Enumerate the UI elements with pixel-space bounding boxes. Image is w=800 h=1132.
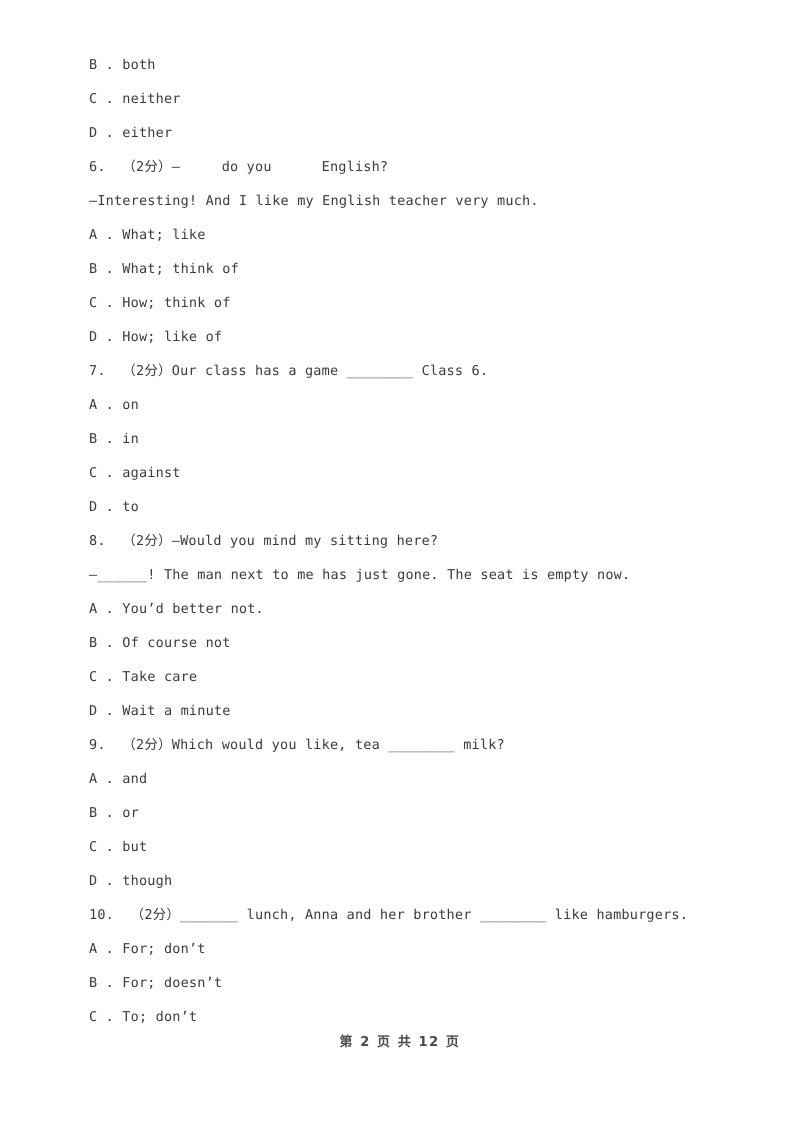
answer-option-line: D . Wait a minute	[89, 703, 231, 719]
answer-option-line: C . To; don’t	[89, 1009, 198, 1025]
question-stem-10: 10. （2分）_______ lunch, Anna and her brot…	[89, 907, 689, 923]
question-stem-9: 9. （2分）Which would you like, tea _______…	[89, 737, 505, 753]
answer-option-line: D . either	[89, 125, 173, 141]
document-page: B . both C . neither D . either 6. （2分）—…	[0, 0, 800, 1132]
answer-option-line: C . against	[89, 465, 181, 481]
answer-option-line: C . neither	[89, 91, 181, 107]
answer-option-line: A . and	[89, 771, 148, 787]
answer-option-line: B . or	[89, 805, 139, 821]
answer-option-line: C . Take care	[89, 669, 198, 685]
exam-question-body: B . both C . neither D . either 6. （2分）—…	[89, 48, 729, 1034]
answer-option-line: A . For; don’t	[89, 941, 206, 957]
answer-option-line: D . to	[89, 499, 139, 515]
answer-option-line: C . but	[89, 839, 148, 855]
question-stem-7: 7. （2分）Our class has a game ________ Cla…	[89, 363, 489, 379]
answer-option-line: A . You’d better not.	[89, 601, 264, 617]
answer-option-line: C . How; think of	[89, 295, 231, 311]
answer-option-line: B . Of course not	[89, 635, 231, 651]
answer-option-line: B . both	[89, 57, 156, 73]
answer-option-line: D . How; like of	[89, 329, 223, 345]
answer-option-line: B . in	[89, 431, 139, 447]
page-footer: 第 2 页 共 12 页	[339, 1035, 461, 1050]
question-stem-8-continued: —______! The man next to me has just gon…	[89, 567, 631, 583]
question-stem-6-continued: —Interesting! And I like my English teac…	[89, 193, 539, 209]
answer-option-line: A . What; like	[89, 227, 206, 243]
answer-option-line: D . though	[89, 873, 173, 889]
answer-option-line: A . on	[89, 397, 139, 413]
answer-option-line: B . For; doesn’t	[89, 975, 223, 991]
answer-option-line: B . What; think of	[89, 261, 239, 277]
question-stem-8: 8. （2分）—Would you mind my sitting here?	[89, 533, 439, 549]
question-stem-6: 6. （2分）— do you English?	[89, 159, 389, 175]
